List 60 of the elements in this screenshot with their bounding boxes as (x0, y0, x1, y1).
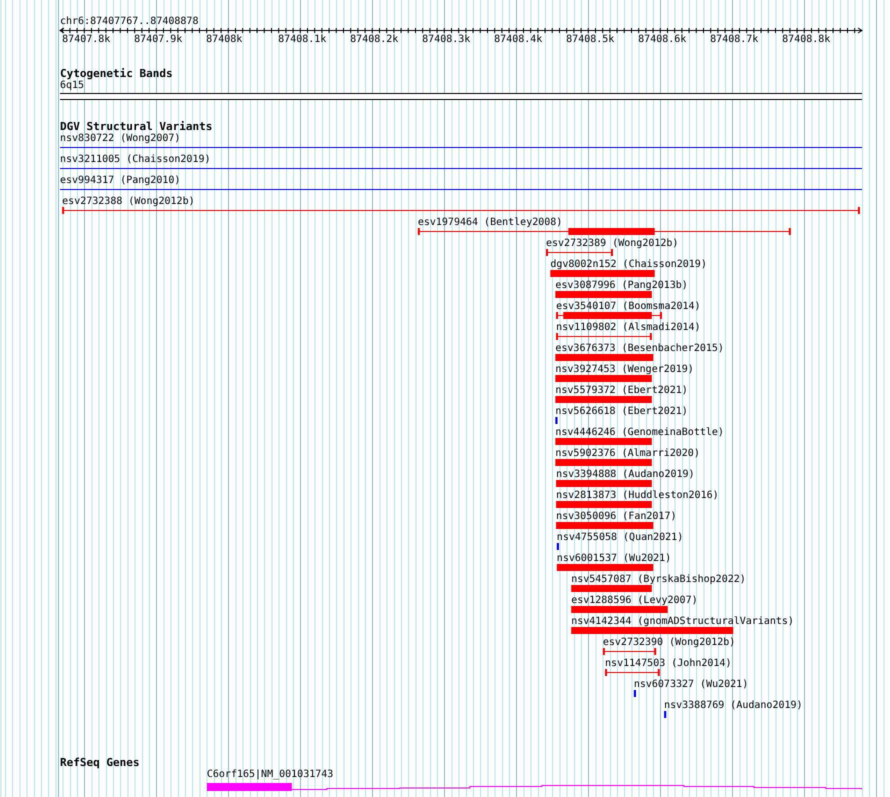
variant-bar[interactable] (546, 249, 613, 256)
variant-label: esv1979464 (Bentley2008) (418, 217, 562, 229)
variant-label: esv994317 (Pang2010) (60, 175, 180, 187)
ruler-tick-label: 87407.9k (134, 34, 182, 46)
variant-bar[interactable] (556, 333, 652, 340)
ruler-tick-label: 87408.7k (710, 34, 758, 46)
variant-label: nsv5626618 (Ebert2021) (555, 406, 688, 418)
ruler-tick-label: 87408.5k (566, 34, 614, 46)
variant-bar[interactable] (602, 648, 656, 655)
variant-marker[interactable] (555, 417, 558, 424)
variant-bar[interactable] (605, 669, 660, 676)
variant-label: nsv5457087 (ByrskaBishop2022) (571, 574, 746, 586)
variant-label: nsv3927453 (Wenger2019) (555, 364, 694, 376)
gene-model[interactable] (206, 783, 862, 791)
variant-label: nsv3388769 (Audano2019) (664, 700, 803, 712)
variant-label: nsv4142344 (gnomADStructuralVariants) (571, 616, 794, 628)
variant-label: nsv4755058 (Quan2021) (556, 532, 684, 544)
track-title: DGV Structural Variants (60, 120, 214, 133)
variant-label: esv2732390 (Wong2012b) (602, 637, 736, 649)
variant-label: esv3087996 (Pang2013b) (555, 280, 688, 292)
variant-label: nsv5579372 (Ebert2021) (555, 385, 688, 397)
variant-label: nsv4446246 (GenomeinaBottle) (555, 427, 724, 439)
variant-label: nsv830722 (Wong2007) (60, 133, 180, 145)
ruler-tick-label: 87408.1k (278, 34, 326, 46)
ruler-tick-label: 87408.3k (422, 34, 470, 46)
variant-label: nsv3394888 (Audano2019) (556, 469, 695, 481)
variant-label: nsv2813873 (Huddleston2016) (556, 490, 719, 502)
variant-label: esv3676373 (Besenbacher2015) (555, 343, 724, 355)
ruler-tick-label: 87408.4k (494, 34, 542, 46)
variant-bar[interactable] (62, 207, 860, 214)
variant-line[interactable] (60, 189, 862, 190)
ruler-tick-label: 87408.8k (782, 34, 830, 46)
ruler-tick-label: 87408.2k (350, 34, 398, 46)
variant-bar[interactable] (418, 228, 791, 235)
variant-label: nsv6073327 (Wu2021) (634, 679, 748, 691)
variant-marker[interactable] (556, 543, 559, 550)
variant-bar[interactable] (556, 312, 662, 319)
variant-label: nsv1109802 (Alsmadi2014) (556, 322, 701, 334)
variant-label: esv1288596 (Levy2007) (571, 595, 698, 607)
track-title: RefSeq Genes (60, 756, 140, 769)
track-title: Cytogenetic Bands (60, 67, 174, 80)
ruler-tick-label: 87408.6k (638, 34, 686, 46)
region-label: chr6:87407767..87408878 (60, 16, 200, 28)
variant-label: nsv6001537 (Wu2021) (556, 553, 672, 565)
variant-label: dgv8002n152 (Chaisson2019) (550, 259, 707, 271)
gene-label: C6orf165|NM_001031743 (206, 769, 334, 781)
variant-marker[interactable] (634, 690, 636, 697)
band-label: 6q15 (60, 80, 86, 92)
variant-label: nsv3050096 (Fan2017) (556, 511, 676, 523)
variant-marker[interactable] (664, 711, 666, 718)
variant-label: nsv1147503 (John2014) (605, 658, 732, 670)
variant-label: esv2732388 (Wong2012b) (62, 196, 195, 208)
variant-label: nsv3211005 (Chaisson2019) (60, 154, 211, 166)
ruler-tick-label: 87407.8k (62, 34, 110, 46)
variant-label: esv2732389 (Wong2012b) (546, 238, 678, 250)
ruler-tick-label: 87408k (206, 34, 242, 46)
variant-line[interactable] (60, 168, 862, 169)
variant-label: esv3540107 (Boomsma2014) (556, 301, 701, 313)
variant-line[interactable] (60, 147, 862, 148)
variant-label: nsv5902376 (Almarri2020) (555, 448, 700, 460)
